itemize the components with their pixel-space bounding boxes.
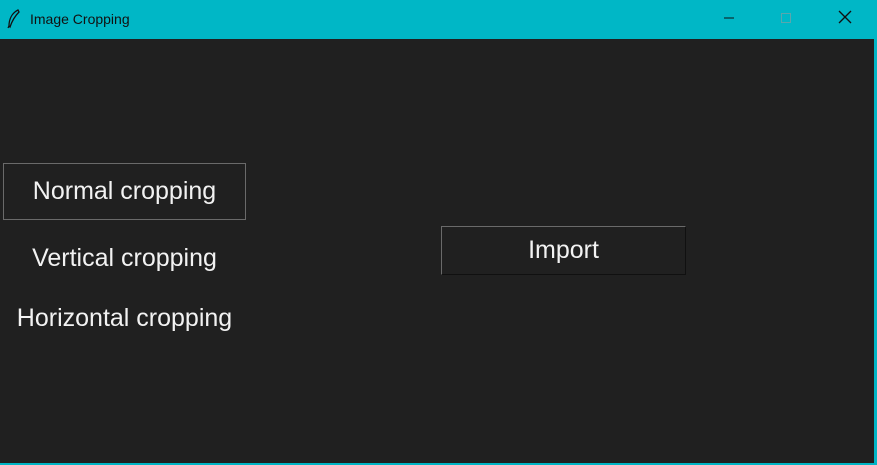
close-icon: [838, 10, 852, 29]
vertical-cropping-option[interactable]: Vertical cropping: [3, 234, 246, 282]
maximize-icon: [780, 11, 792, 29]
maximize-button[interactable]: [757, 0, 815, 39]
horizontal-cropping-option[interactable]: Horizontal cropping: [3, 294, 246, 342]
minimize-button[interactable]: [700, 0, 758, 39]
feather-icon: [6, 9, 22, 29]
window-title: Image Cropping: [30, 11, 130, 27]
app-window: Image Cropping Normal cropping Vertical …: [0, 0, 877, 465]
minimize-icon: [723, 11, 735, 29]
client-area: Normal cropping Vertical cropping Horizo…: [0, 39, 874, 463]
import-button[interactable]: Import: [441, 226, 686, 275]
close-button[interactable]: [816, 0, 874, 39]
normal-cropping-option[interactable]: Normal cropping: [3, 163, 246, 220]
title-bar[interactable]: Image Cropping: [0, 0, 877, 39]
